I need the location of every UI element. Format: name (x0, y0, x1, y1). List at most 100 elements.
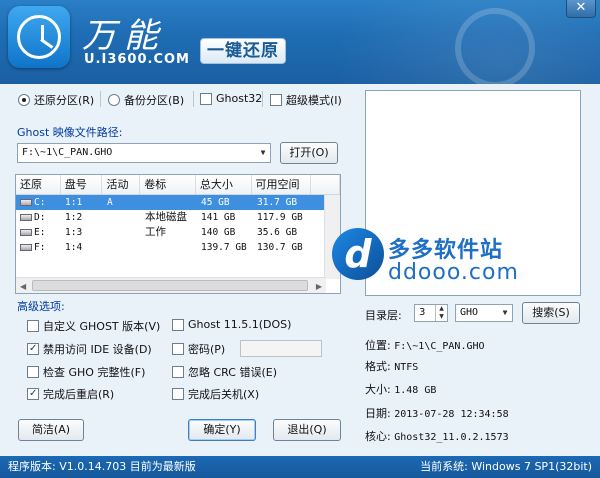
table-row[interactable]: C: 1:1 A 45 GB 31.7 GB (16, 195, 340, 210)
ghost-version-checkbox[interactable]: Ghost 11.5.1(DOS) (172, 318, 291, 331)
password-label: 密码(P) (188, 343, 226, 356)
scroll-left-icon[interactable]: ◀ (20, 282, 26, 291)
program-version: 程序版本: V1.0.14.703 目前为最新版 (8, 460, 196, 473)
checkbox-box (172, 318, 184, 331)
table-row[interactable]: D: 1:2 本地磁盘 141 GB 117.9 GB (16, 210, 340, 225)
column-header-total: 总大小 (196, 175, 252, 194)
chevron-down-icon[interactable]: ▼ (256, 144, 270, 162)
backup-partition-label: 备份分区(B) (124, 94, 185, 107)
dir-level-label: 目录层: (365, 309, 402, 322)
table-header: 还原 盘号 活动 卷标 总大小 可用空间 (16, 175, 340, 195)
reboot-label: 完成后重启(R) (43, 388, 115, 401)
checkbox-box (200, 92, 212, 105)
current-system: 当前系统: Windows 7 SP1(32bit) (420, 460, 592, 473)
open-button[interactable]: 打开(O) (280, 142, 338, 164)
check-gho-checkbox[interactable]: 检查 GHO 完整性(F) (27, 364, 145, 380)
close-button[interactable]: ✕ (566, 0, 596, 18)
disable-ide-label: 禁用访问 IDE 设备(D) (43, 343, 152, 356)
extension-value: GHO (460, 307, 479, 318)
date-value: 2013-07-28 12:34:58 (394, 409, 509, 420)
column-header-active: 活动 (102, 175, 141, 194)
column-header-restore: 还原 (16, 175, 61, 194)
ignore-crc-checkbox[interactable]: 忽略 CRC 错误(E) (172, 364, 277, 380)
app-header: 万能 U.I3600.COM 一键还原 ✕ (0, 0, 600, 84)
spinner-arrows-icon[interactable]: ▲ ▼ (435, 305, 447, 321)
checkbox-box (172, 343, 184, 355)
location-row: 位置: F:\~1\C_PAN.GHO (365, 339, 485, 352)
ghost32-label: Ghost32 (216, 92, 263, 105)
backup-partition-radio[interactable]: 备份分区(B) (108, 92, 184, 108)
check-gho-label: 检查 GHO 完整性(F) (43, 366, 146, 379)
password-input[interactable] (240, 340, 322, 357)
status-bar: 程序版本: V1.0.14.703 目前为最新版 当前系统: Windows 7… (0, 456, 600, 478)
restore-partition-radio[interactable]: 还原分区(R) (18, 92, 94, 108)
restore-partition-label: 还原分区(R) (34, 94, 95, 107)
scroll-thumb[interactable] (32, 280, 308, 291)
custom-ghost-checkbox[interactable]: 自定义 GHOST 版本(V) (27, 318, 160, 334)
disk-icon (20, 229, 32, 236)
table-row[interactable]: E: 1:3 工作 140 GB 35.6 GB (16, 225, 340, 240)
table-row[interactable]: F: 1:4 139.7 GB 130.7 GB (16, 240, 340, 255)
watermark-logo-icon: d (332, 228, 384, 280)
ghost-path-combo[interactable]: F:\~1\C_PAN.GHO ▼ (17, 143, 271, 163)
super-mode-checkbox[interactable]: 超级模式(I) (270, 92, 342, 108)
divider (193, 91, 194, 107)
ghost32-checkbox[interactable]: Ghost32 (200, 92, 262, 105)
ok-button[interactable]: 确定(Y) (188, 419, 256, 441)
radio-dot (108, 94, 120, 106)
password-checkbox[interactable]: 密码(P) (172, 341, 225, 357)
brand-url: U.I3600.COM (84, 52, 190, 67)
super-mode-label: 超级模式(I) (286, 94, 342, 107)
simple-mode-button[interactable]: 简洁(A) (18, 419, 84, 441)
shutdown-checkbox[interactable]: 完成后关机(X) (172, 386, 259, 402)
disk-icon (20, 244, 32, 251)
clock-icon (17, 15, 61, 59)
column-header-free: 可用空间 (252, 175, 312, 194)
shutdown-label: 完成后关机(X) (188, 388, 260, 401)
disable-ide-checkbox[interactable]: 禁用访问 IDE 设备(D) (27, 341, 152, 357)
size-value: 1.48 GB (394, 385, 437, 396)
column-header-label: 卷标 (140, 175, 196, 194)
app-logo-icon (8, 6, 70, 68)
checkbox-box (270, 94, 282, 106)
checkbox-box (27, 343, 39, 355)
dir-level-spinner[interactable]: 3 ▲ ▼ (414, 304, 448, 322)
partition-table: 还原 盘号 活动 卷标 总大小 可用空间 C: 1:1 A 45 GB 31.7… (15, 174, 341, 294)
radio-dot (18, 94, 30, 106)
horizontal-scrollbar[interactable]: ◀ ▶ (16, 277, 326, 293)
exit-button[interactable]: 退出(Q) (273, 419, 341, 441)
divider (100, 91, 101, 107)
reboot-checkbox[interactable]: 完成后重启(R) (27, 386, 114, 402)
location-value: F:\~1\C_PAN.GHO (394, 341, 485, 352)
ghost-version-label: Ghost 11.5.1(DOS) (188, 318, 292, 331)
watermark-en: ddooo.com (388, 260, 519, 285)
disk-icon (20, 199, 32, 206)
checkbox-box (27, 366, 39, 378)
ghost-path-value: F:\~1\C_PAN.GHO (22, 147, 113, 158)
checkbox-box (172, 366, 184, 378)
chevron-down-icon[interactable]: ▼ (498, 305, 512, 321)
checkbox-box (27, 388, 39, 400)
ignore-crc-label: 忽略 CRC 错误(E) (188, 366, 277, 379)
core-value: Ghost32_11.0.2.1573 (394, 432, 509, 443)
size-row: 大小: 1.48 GB (365, 383, 437, 396)
header-clock-watermark-icon (455, 8, 535, 84)
advanced-options-title: 高级选项: (17, 300, 65, 313)
checkbox-box (27, 320, 39, 332)
format-row: 格式: NTFS (365, 360, 419, 373)
ghost-path-label: Ghost 映像文件路径: (17, 126, 123, 139)
checkbox-box (172, 388, 184, 400)
format-value: NTFS (394, 362, 419, 373)
product-badge: 一键还原 (200, 38, 286, 64)
date-row: 日期: 2013-07-28 12:34:58 (365, 407, 509, 420)
dir-level-value: 3 (419, 307, 426, 318)
core-row: 核心: Ghost32_11.0.2.1573 (365, 430, 509, 443)
divider (262, 91, 263, 107)
custom-ghost-label: 自定义 GHOST 版本(V) (43, 320, 161, 333)
extension-combo[interactable]: GHO ▼ (455, 304, 513, 322)
scroll-right-icon[interactable]: ▶ (316, 282, 322, 291)
column-header-disk: 盘号 (61, 175, 103, 194)
search-button[interactable]: 搜索(S) (522, 302, 580, 324)
brand-name: 万能 (82, 16, 166, 56)
disk-icon (20, 214, 32, 221)
